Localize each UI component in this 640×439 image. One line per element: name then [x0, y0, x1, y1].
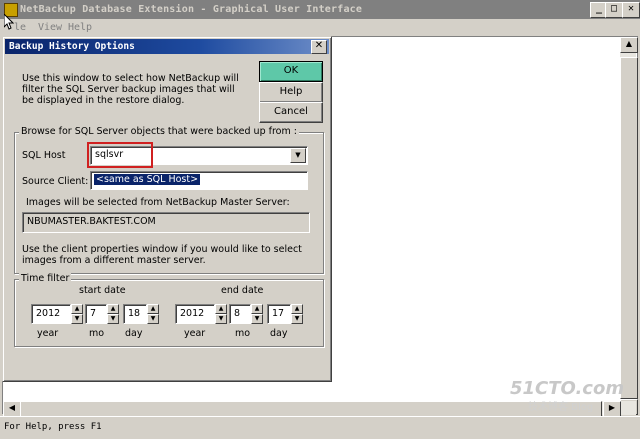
end-day-spinner[interactable]: 17 ▲ ▼	[267, 304, 305, 324]
end-date-label: end date	[221, 285, 264, 296]
start-month-label: mo	[89, 328, 105, 339]
spin-down-icon[interactable]: ▼	[71, 314, 83, 324]
maximize-button[interactable]: □	[605, 2, 623, 18]
master-server-label: Images will be selected from NetBackup M…	[26, 197, 290, 208]
end-year-value[interactable]: 2012	[175, 304, 215, 324]
scroll-up-arrow-icon[interactable]: ▲	[620, 37, 638, 53]
cancel-button[interactable]: Cancel	[259, 102, 323, 123]
end-day-value[interactable]: 17	[267, 304, 291, 324]
spin-up-icon[interactable]: ▲	[147, 304, 159, 314]
time-filter-label: Time filter	[19, 273, 72, 284]
master-server-note: Use the client properties window if you …	[22, 244, 302, 266]
spin-up-icon[interactable]: ▲	[107, 304, 119, 314]
chevron-down-icon[interactable]: ▼	[290, 148, 306, 163]
watermark-logo: 51CTO.com	[510, 378, 625, 399]
end-year-spinner[interactable]: 2012 ▲ ▼	[175, 304, 229, 324]
scroll-thumb[interactable]	[620, 57, 638, 399]
app-title: NetBackup Database Extension - Graphical…	[20, 4, 363, 15]
vertical-scrollbar[interactable]: ▲ ▼	[620, 37, 638, 415]
start-day-updown[interactable]: ▲ ▼	[147, 304, 159, 324]
menu-bar: le View Help	[0, 19, 640, 36]
start-month-spinner[interactable]: 7 ▲ ▼	[85, 304, 121, 324]
menu-view[interactable]: View	[38, 22, 62, 33]
hscroll-thumb[interactable]	[20, 401, 602, 417]
start-month-updown[interactable]: ▲ ▼	[107, 304, 119, 324]
scroll-right-arrow-icon[interactable]: ▶	[603, 401, 621, 417]
start-month-value[interactable]: 7	[85, 304, 107, 324]
spin-up-icon[interactable]: ▲	[251, 304, 263, 314]
end-day-updown[interactable]: ▲ ▼	[291, 304, 303, 324]
end-month-label: mo	[235, 328, 251, 339]
source-client-label: Source Client:	[22, 176, 89, 187]
start-year-spinner[interactable]: 2012 ▲ ▼	[31, 304, 85, 324]
menu-file[interactable]: le	[14, 22, 26, 33]
scroll-left-arrow-icon[interactable]: ◀	[3, 401, 21, 417]
sql-host-label: SQL Host	[22, 150, 66, 161]
spin-down-icon[interactable]: ▼	[215, 314, 227, 324]
spin-down-icon[interactable]: ▼	[147, 314, 159, 324]
spin-down-icon[interactable]: ▼	[107, 314, 119, 324]
dialog-title-bar: Backup History Options ✕	[5, 39, 329, 54]
end-year-updown[interactable]: ▲ ▼	[215, 304, 227, 324]
menu-help[interactable]: Help	[68, 22, 92, 33]
master-server-field: NBUMASTER.BAKTEST.COM	[22, 212, 310, 233]
spin-down-icon[interactable]: ▼	[251, 314, 263, 324]
start-day-spinner[interactable]: 18 ▲ ▼	[123, 304, 161, 324]
source-client-field[interactable]: <same as SQL Host>	[90, 171, 308, 190]
dialog-intro-text: Use this window to select how NetBackup …	[22, 73, 239, 106]
master-server-value: NBUMASTER.BAKTEST.COM	[27, 216, 156, 227]
start-day-label: day	[125, 328, 143, 339]
app-title-bar: NetBackup Database Extension - Graphical…	[0, 0, 640, 19]
ok-button[interactable]: OK	[259, 61, 323, 82]
end-year-label: year	[184, 328, 206, 339]
end-month-spinner[interactable]: 8 ▲ ▼	[229, 304, 265, 324]
spin-down-icon[interactable]: ▼	[291, 314, 303, 324]
mouse-cursor-icon	[4, 14, 14, 30]
end-month-updown[interactable]: ▲ ▼	[251, 304, 263, 324]
start-date-label: start date	[79, 285, 126, 296]
status-bar: For Help, press F1	[0, 416, 640, 439]
start-year-value[interactable]: 2012	[31, 304, 71, 324]
dialog-close-button[interactable]: ✕	[311, 40, 327, 54]
highlight-annotation	[87, 142, 153, 168]
browse-group-label: Browse for SQL Server objects that were …	[19, 126, 299, 137]
backup-history-options-dialog: Backup History Options ✕ Use this window…	[2, 36, 332, 382]
end-day-label: day	[270, 328, 288, 339]
dialog-title: Backup History Options	[9, 41, 135, 52]
status-text: For Help, press F1	[4, 422, 102, 432]
spin-up-icon[interactable]: ▲	[71, 304, 83, 314]
help-button[interactable]: Help	[259, 82, 323, 103]
end-month-value[interactable]: 8	[229, 304, 251, 324]
spin-up-icon[interactable]: ▲	[215, 304, 227, 314]
start-day-value[interactable]: 18	[123, 304, 147, 324]
close-button[interactable]: ✕	[622, 2, 640, 18]
start-year-updown[interactable]: ▲ ▼	[71, 304, 83, 324]
source-client-value: <same as SQL Host>	[94, 174, 201, 185]
watermark-sub: 技术博客 Blog	[528, 402, 594, 413]
spin-up-icon[interactable]: ▲	[291, 304, 303, 314]
start-year-label: year	[37, 328, 59, 339]
